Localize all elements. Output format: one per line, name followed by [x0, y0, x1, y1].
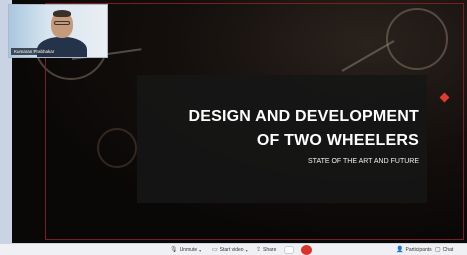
participants-label: Participants — [405, 247, 432, 253]
slide-title-line-2: OF TWO WHEELERS — [256, 132, 419, 149]
slide-subtitle: STATE OF THE ART AND FUTURE — [308, 158, 419, 165]
people-icon: 👤 — [396, 247, 404, 253]
microphone-icon: 🎙 — [170, 247, 178, 253]
slide-title-line-1: DESIGN AND DEVELOPMENT — [188, 108, 419, 125]
chevron-down-icon[interactable]: ▾ — [199, 248, 201, 253]
slide-title-panel: DESIGN AND DEVELOPMENT OF TWO WHEELERS S… — [137, 75, 427, 203]
start-video-label: Start video — [219, 247, 244, 253]
participant-glasses — [54, 21, 70, 25]
video-camera-icon: ▭ — [212, 247, 218, 253]
end-call-button[interactable] — [301, 245, 312, 255]
share-label: Share — [263, 247, 277, 253]
unmute-label: Unmute — [179, 247, 198, 253]
chat-label: Chat — [442, 247, 454, 253]
participant-name-label: Kumaran Prabhakar — [11, 48, 58, 55]
share-icon: ⇪ — [256, 247, 262, 253]
participants-button[interactable]: 👤 Participants — [396, 246, 432, 254]
more-options-button[interactable] — [284, 246, 294, 254]
start-video-button[interactable]: ▭ Start video ▾ — [212, 246, 248, 254]
slide-title: DESIGN AND DEVELOPMENT OF TWO WHEELERS — [189, 105, 420, 153]
participant-hair — [53, 10, 71, 17]
chat-button[interactable]: ▢ Chat — [435, 246, 453, 254]
participant-video-tile[interactable]: Kumaran Prabhakar — [8, 4, 108, 58]
unmute-button[interactable]: 🎙 Unmute ▾ — [170, 246, 201, 254]
meeting-app-window: DESIGN AND DEVELOPMENT OF TWO WHEELERS S… — [0, 0, 467, 255]
share-button[interactable]: ⇪ Share — [256, 246, 276, 254]
meeting-toolbar: 🎙 Unmute ▾ ▭ Start video ▾ ⇪ Share 👤 Par… — [0, 243, 467, 255]
chat-bubble-icon: ▢ — [435, 247, 441, 253]
chevron-down-icon[interactable]: ▾ — [246, 248, 248, 253]
